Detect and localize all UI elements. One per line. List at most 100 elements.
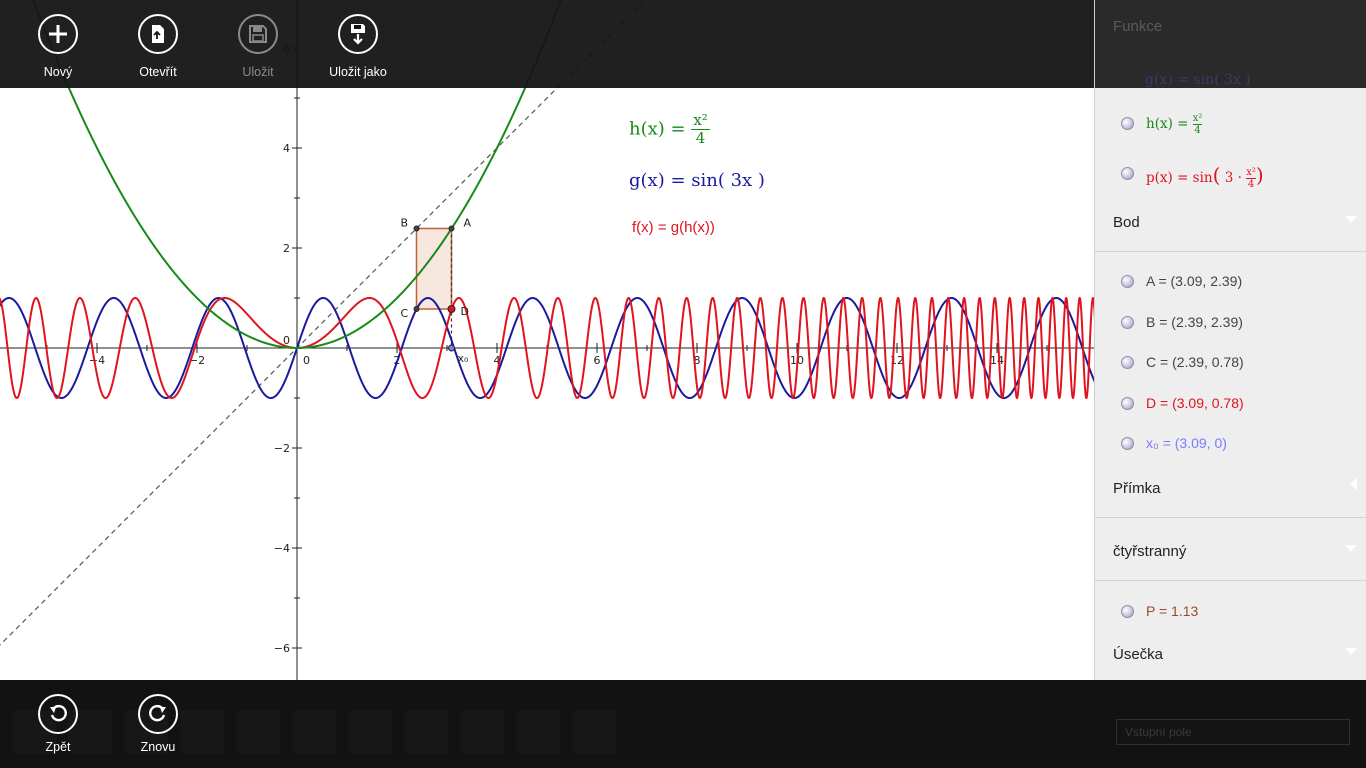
point-label-a: A	[464, 217, 472, 230]
chevron-down-icon	[1345, 545, 1357, 552]
item-p-text: p(x) = sin( 3 · x² 4 )	[1146, 163, 1264, 190]
x-tick-label: 6	[594, 354, 601, 367]
x-tick-label: 0	[303, 354, 310, 367]
chevron-left-icon	[1350, 478, 1357, 490]
item-h-num: x²	[1192, 113, 1203, 125]
x-tick-label: 14	[990, 354, 1004, 367]
plus-icon	[38, 14, 78, 54]
save-as-label: Uložit jako	[329, 65, 387, 79]
open-label: Otevřít	[139, 65, 177, 79]
item-point-text: A = (3.09, 2.39)	[1146, 273, 1243, 289]
open-button[interactable]: Otevřít	[113, 14, 203, 79]
tool-button[interactable]	[404, 710, 448, 754]
item-h-lhs: h(x) =	[1146, 116, 1189, 132]
save-label: Uložit	[242, 65, 274, 79]
dashed-line-y-equals-x	[0, 0, 646, 646]
algebra-item-point-B[interactable]: B = (2.39, 2.39)	[1095, 304, 1366, 344]
point-label-b: B	[401, 217, 409, 230]
formula-h-den: 4	[695, 129, 706, 147]
algebra-item-point-A[interactable]: A = (3.09, 2.39)	[1095, 263, 1366, 303]
category-ctyrstranny[interactable]: čtyřstranný	[1095, 519, 1366, 581]
item-polygon-text: P = 1.13	[1146, 603, 1199, 619]
item-p-num: x²	[1246, 167, 1256, 179]
tool-button[interactable]	[236, 710, 280, 754]
algebra-item-point-D[interactable]: D = (3.09, 0.78)	[1095, 385, 1366, 425]
item-point-text: x₀ = (3.09, 0)	[1146, 435, 1227, 451]
item-g-text: g(x) = sin( 3x )	[1145, 72, 1251, 88]
input-bar[interactable]: Vstupní pole	[1116, 719, 1350, 745]
point-label-c: C	[401, 307, 409, 320]
category-usecka[interactable]: Úsečka	[1095, 622, 1366, 680]
graph-point-x0[interactable]	[448, 344, 455, 352]
graph-canvas[interactable]: −4−202468101214642−2−4−60ABCDx₀	[0, 0, 1094, 680]
visibility-toggle-icon[interactable]	[1121, 605, 1134, 618]
algebra-item-h[interactable]: h(x) = x² 4	[1095, 105, 1366, 145]
formula-h-text[interactable]: h(x) = x² 4	[629, 112, 710, 147]
item-h-den: 4	[1194, 125, 1201, 136]
sidebar-overlay: Funkce g(x) = sin( 3x )	[1095, 0, 1366, 88]
visibility-toggle-icon[interactable]	[1121, 397, 1134, 410]
graph-point-a[interactable]	[448, 225, 455, 232]
category-primka[interactable]: Přímka	[1095, 456, 1366, 518]
point-label-d: D	[461, 305, 469, 318]
tool-button[interactable]	[516, 710, 560, 754]
category-bod-label: Bod	[1113, 214, 1140, 231]
top-app-bar: Nový Otevřít Uložit Uložit jako	[0, 0, 1095, 88]
save-as-icon	[338, 14, 378, 54]
formula-h-num: x²	[691, 111, 710, 130]
tool-button[interactable]	[572, 710, 616, 754]
new-label: Nový	[43, 65, 73, 79]
save-button[interactable]: Uložit	[213, 14, 303, 79]
visibility-toggle-icon[interactable]	[1121, 316, 1134, 329]
item-h-fraction: x² 4	[1192, 113, 1203, 136]
item-h-text: h(x) = x² 4	[1146, 113, 1203, 136]
open-file-icon	[138, 14, 178, 54]
item-point-text: B = (2.39, 2.39)	[1146, 314, 1243, 330]
visibility-toggle-icon[interactable]	[1121, 167, 1134, 180]
y-tick-label: −6	[274, 642, 290, 655]
formula-h-lhs: h(x) =	[629, 118, 686, 140]
chevron-down-icon	[1345, 216, 1357, 223]
redo-label: Znovu	[140, 740, 176, 754]
undo-button[interactable]: Zpět	[18, 694, 98, 754]
graphics-view[interactable]: −4−202468101214642−2−4−60ABCDx₀ h(x) = x…	[0, 0, 1094, 680]
save-as-button[interactable]: Uložit jako	[313, 14, 403, 79]
item-p-lhs: p(x) = sin	[1146, 170, 1213, 186]
item-p-den: 4	[1247, 179, 1255, 190]
category-bod[interactable]: Bod	[1095, 190, 1366, 252]
y-tick-label: −2	[274, 442, 290, 455]
graph-point-c[interactable]	[413, 306, 420, 312]
visibility-toggle-icon[interactable]	[1121, 356, 1134, 369]
redo-icon	[138, 694, 178, 734]
tool-button[interactable]	[348, 710, 392, 754]
visibility-toggle-icon[interactable]	[1121, 437, 1134, 450]
new-button[interactable]: Nový	[13, 14, 103, 79]
item-point-text: D = (3.09, 0.78)	[1146, 395, 1244, 411]
formula-g-text[interactable]: g(x) = sin( 3x )	[629, 170, 765, 191]
item-point-text: C = (2.39, 0.78)	[1146, 354, 1244, 370]
category-primka-label: Přímka	[1113, 480, 1161, 497]
chevron-down-icon	[1345, 648, 1357, 655]
category-usecka-label: Úsečka	[1113, 646, 1164, 663]
visibility-toggle-icon[interactable]	[1121, 117, 1134, 130]
formula-f-text[interactable]: f(x) = g(h(x))	[632, 219, 715, 236]
algebra-view[interactable]: Funkce g(x) = sin( 3x ) h(x) = x² 4 p(x)…	[1094, 0, 1366, 680]
category-funkce-label: Funkce	[1113, 18, 1163, 35]
graph-point-b[interactable]	[413, 225, 420, 232]
algebra-item-p[interactable]: p(x) = sin( 3 · x² 4 )	[1095, 155, 1366, 195]
x-tick-label: −4	[89, 354, 105, 367]
point-label-x0: x₀	[458, 352, 470, 365]
algebra-item-point-C[interactable]: C = (2.39, 0.78)	[1095, 344, 1366, 384]
tool-button[interactable]	[460, 710, 504, 754]
item-p-fraction: x² 4	[1246, 167, 1256, 190]
y-tick-label: −4	[274, 542, 290, 555]
tool-button[interactable]	[292, 710, 336, 754]
graph-point-d[interactable]	[447, 305, 456, 313]
y-tick-label: 2	[283, 242, 290, 255]
redo-button[interactable]: Znovu	[118, 694, 198, 754]
item-p-mid: 3 ·	[1224, 170, 1242, 186]
category-ctyrstranny-label: čtyřstranný	[1113, 543, 1187, 560]
visibility-toggle-icon[interactable]	[1121, 275, 1134, 288]
y-tick-label: 4	[283, 142, 290, 155]
undo-icon	[38, 694, 78, 734]
